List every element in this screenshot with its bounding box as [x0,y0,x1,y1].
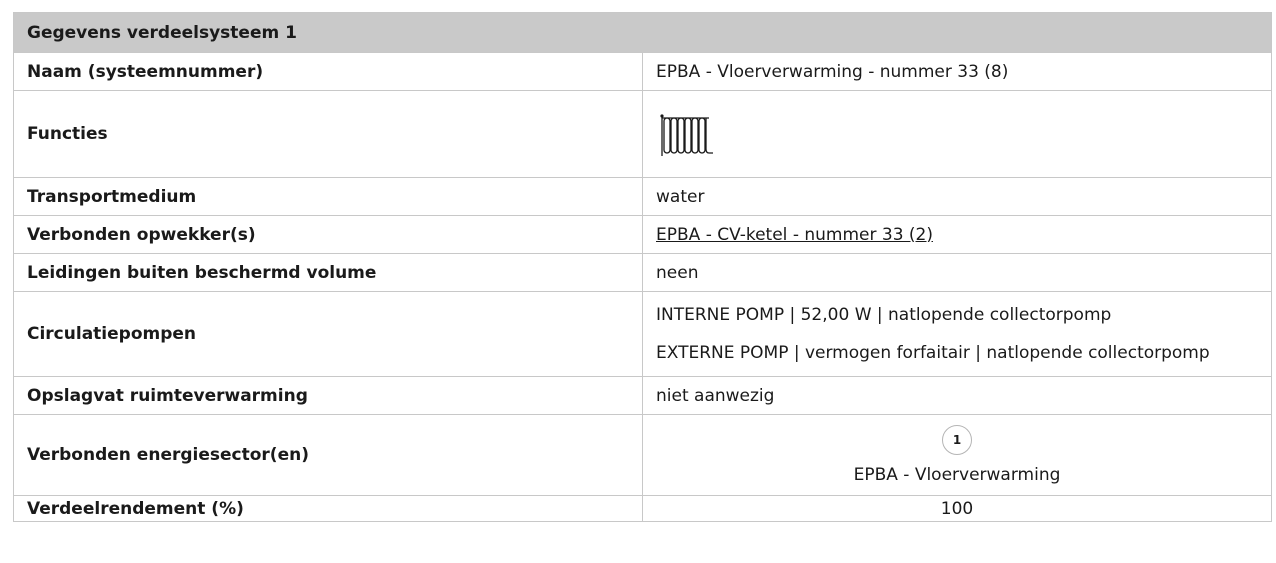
row-value-opslagvat: niet aanwezig [642,376,1272,415]
sector-name: EPBA - Vloerverwarming [853,465,1061,485]
sector-number-badge: 1 [942,425,972,455]
row-value-opwekkers: EPBA - CV-ketel - nummer 33 (2) [642,215,1272,254]
pump-item: INTERNE POMP | 52,00 W | natlopende coll… [656,305,1112,325]
row-label-functies: Functies [13,90,643,178]
row-value-leidingen: neen [642,253,1272,292]
opwekker-link[interactable]: EPBA - CV-ketel - nummer 33 (2) [656,225,933,245]
row-value-transportmedium: water [642,177,1272,216]
table-row: Verbonden opwekker(s) EPBA - CV-ketel - … [13,215,1272,254]
table-row: Leidingen buiten beschermd volume neen [13,253,1272,292]
pump-item: EXTERNE POMP | vermogen forfaitair | nat… [656,343,1210,363]
table-title: Gegevens verdeelsysteem 1 [13,12,1272,53]
row-label-energiesector: Verbonden energiesector(en) [13,414,643,496]
row-label-naam: Naam (systeemnummer) [13,52,643,91]
row-label-pompen: Circulatiepompen [13,291,643,377]
row-label-leidingen: Leidingen buiten beschermd volume [13,253,643,292]
row-label-rendement: Verdeelrendement (%) [13,495,643,522]
row-value-pompen: INTERNE POMP | 52,00 W | natlopende coll… [642,291,1272,377]
table-row: Verbonden energiesector(en) 1 EPBA - Vlo… [13,414,1272,496]
table-row: Functies [13,90,1272,178]
table-row: Naam (systeemnummer) EPBA - Vloerverwarm… [13,52,1272,91]
row-value-naam: EPBA - Vloerverwarming - nummer 33 (8) [642,52,1272,91]
radiator-icon [660,114,713,156]
table-row: Opslagvat ruimteverwarming niet aanwezig [13,376,1272,415]
table-row: Verdeelrendement (%) 100 [13,495,1272,522]
table-row: Transportmedium water [13,177,1272,216]
row-value-rendement: 100 [642,495,1272,522]
row-label-opwekkers: Verbonden opwekker(s) [13,215,643,254]
row-label-transportmedium: Transportmedium [13,177,643,216]
row-value-functies [642,90,1272,178]
table-row: Circulatiepompen INTERNE POMP | 52,00 W … [13,291,1272,377]
row-label-opslagvat: Opslagvat ruimteverwarming [13,376,643,415]
distribution-system-table: Gegevens verdeelsysteem 1 Naam (systeemn… [13,12,1272,522]
row-value-energiesector: 1 EPBA - Vloerverwarming [642,414,1272,496]
